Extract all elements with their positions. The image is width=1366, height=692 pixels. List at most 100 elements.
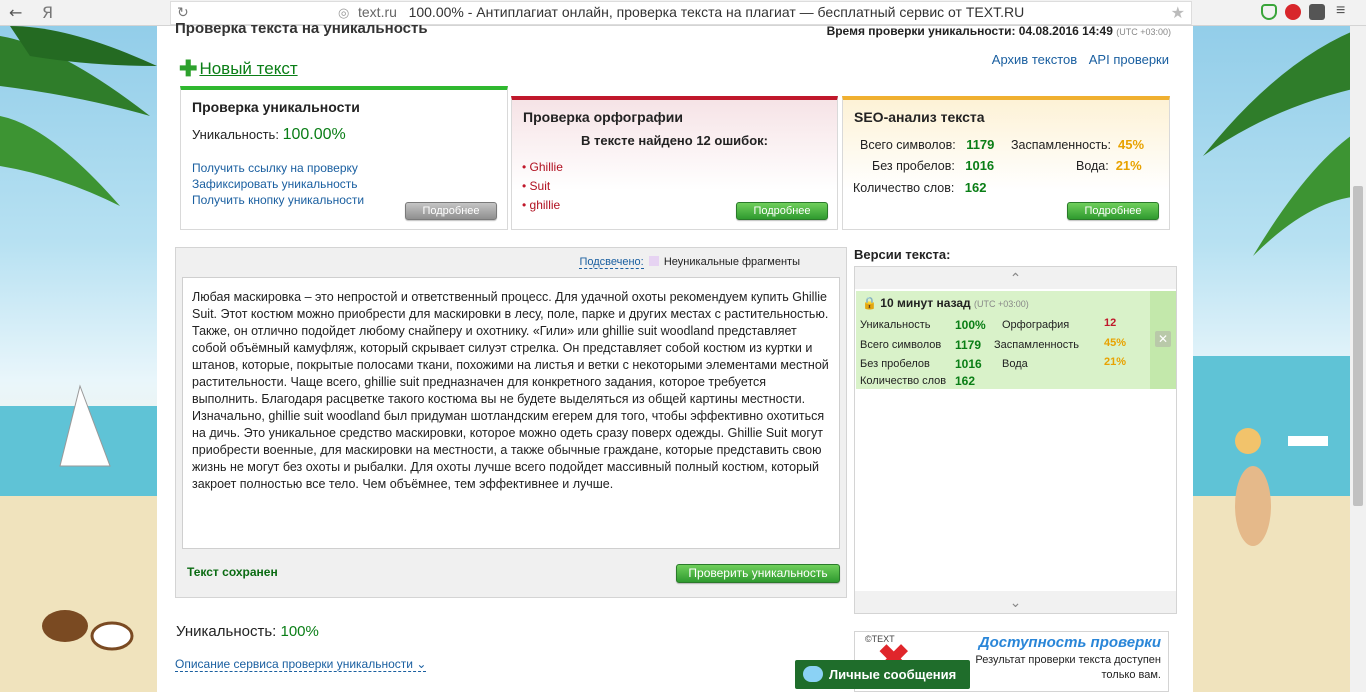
fix-uniqueness-link[interactable]: Зафиксировать уникальность	[192, 176, 364, 192]
version-spam-val: 45%	[1104, 337, 1126, 349]
close-icon[interactable]: ✕	[1155, 331, 1171, 347]
chat-bubble-icon	[803, 666, 823, 682]
seo-water-label: Вода:	[1076, 159, 1109, 173]
version-chars-value: 1179	[955, 338, 982, 352]
version-water-label: Вода	[1002, 358, 1028, 370]
non-unique-swatch	[648, 256, 659, 266]
archive-link[interactable]: Архив текстов	[992, 52, 1077, 67]
uniqueness-more-button[interactable]: Подробнее	[405, 202, 497, 220]
tab-title: 100.00% - Антиплагиат онлайн, проверка т…	[408, 4, 1025, 20]
version-spell-value: 12	[1104, 317, 1117, 329]
spelling-more-button[interactable]: Подробнее	[736, 202, 828, 220]
spelling-error-item[interactable]: ghillie	[522, 196, 563, 215]
spelling-errors-found: В тексте найдено 12 ошибок:	[581, 133, 768, 148]
version-time-label: 10 минут назад	[880, 296, 971, 310]
version-words: Количество слов	[860, 375, 946, 387]
get-check-link[interactable]: Получить ссылку на проверку	[192, 160, 364, 176]
version-uniq: Уникальность	[860, 319, 931, 331]
spelling-card[interactable]: Проверка орфографии В тексте найдено 12 …	[511, 96, 838, 230]
chevron-up-icon: ⌃	[1009, 270, 1022, 286]
seo-card[interactable]: SEO-анализ текста Всего символов: 1179 Б…	[842, 96, 1170, 230]
version-spam-label: Заспамленность	[994, 339, 1079, 351]
version-nospace-value: 1016	[955, 357, 982, 371]
back-arrow-icon[interactable]: ←	[9, 3, 22, 22]
promo-title: Доступность проверки	[978, 634, 1161, 651]
uniqueness-card-title: Проверка уникальности	[192, 99, 360, 115]
version-nospace-label: Без пробелов	[860, 358, 930, 370]
chevron-down-icon: ⌄	[1009, 594, 1022, 610]
highlight-legend: Подсвечено: Неуникальные фрагменты	[579, 256, 800, 269]
menu-icon[interactable]: ≡	[1336, 3, 1356, 20]
seo-water: Вода: 21%	[1076, 158, 1142, 173]
service-description-label: Описание сервиса проверки уникальности	[175, 657, 413, 671]
get-uniqueness-button-link[interactable]: Получить кнопку уникальности	[192, 192, 364, 208]
seo-nospace-value: 1016	[965, 158, 995, 173]
scrollbar-thumb[interactable]	[1353, 186, 1363, 506]
spelling-error-item[interactable]: Ghillie	[522, 158, 563, 177]
main-page: Проверка текста на уникальность Время пр…	[157, 20, 1193, 692]
uniqueness-links: Получить ссылку на проверку Зафиксироват…	[192, 160, 364, 208]
spelling-errors-list: Ghillie Suit ghillie	[522, 158, 563, 215]
chevron-down-icon: ⌄	[416, 657, 427, 671]
version-water-value: 21%	[1104, 356, 1127, 368]
version-spell: Орфография	[1002, 319, 1069, 331]
version-time: 🔒 10 минут назад (UTC +03:00)	[862, 296, 1029, 310]
seo-chars-value: 1179	[966, 137, 995, 152]
seo-spam-label: Заспамленность:	[1011, 138, 1112, 152]
text-input-area[interactable]: Любая маскировка – это непростой и ответ…	[182, 277, 840, 549]
adblock-extension-icon[interactable]	[1285, 4, 1301, 20]
new-text-label: Новый текст	[199, 59, 298, 78]
background-right-scenery	[1193, 26, 1366, 692]
seo-more-button[interactable]: Подробнее	[1067, 202, 1159, 220]
version-entry[interactable]: ✕ 🔒 10 минут назад (UTC +03:00) Уникальн…	[856, 291, 1176, 389]
page-scrollbar[interactable]	[1350, 26, 1366, 692]
page-title: Проверка текста на уникальность	[175, 20, 428, 37]
uniqueness-label: Уникальность:	[192, 127, 279, 142]
personal-messages-button[interactable]: Личные сообщения	[795, 660, 970, 689]
yandex-icon[interactable]: Я	[42, 3, 53, 22]
uniqueness-card[interactable]: Проверка уникальности Уникальность: 100.…	[180, 86, 508, 230]
plus-icon: ✚	[179, 56, 198, 81]
version-nospace-val: 1016	[955, 357, 982, 371]
version-time-tz: (UTC +03:00)	[974, 299, 1029, 309]
m-extension-icon[interactable]	[1309, 4, 1325, 20]
version-spell-label: Орфография	[1002, 319, 1070, 331]
check-time-label: Время проверки уникальности: 04.08.2016 …	[826, 24, 1113, 38]
versions-scroll-up[interactable]: ⌃	[855, 267, 1176, 289]
palm-leaves-right	[1193, 26, 1366, 692]
background-left-scenery	[0, 26, 157, 692]
version-chars-val: 1179	[955, 338, 981, 352]
version-spam: Заспамленность	[994, 339, 1079, 351]
api-link[interactable]: API проверки	[1089, 52, 1169, 67]
spelling-card-title: Проверка орфографии	[523, 109, 683, 125]
bookmark-star-icon[interactable]: ★	[1171, 3, 1185, 23]
service-description-link[interactable]: Описание сервиса проверки уникальности ⌄	[175, 657, 427, 672]
versions-panel: ⌃ ✕ 🔒 10 минут назад (UTC +03:00) Уникал…	[854, 266, 1177, 614]
version-spell-val: 12	[1104, 317, 1116, 329]
uniqueness-result-label: Уникальность:	[176, 623, 277, 640]
version-water: Вода	[1002, 358, 1028, 370]
version-nospace: Без пробелов	[860, 358, 930, 370]
version-uniq-value: 100%	[955, 318, 986, 332]
promo-text: Результат проверки текста доступен тольк…	[975, 654, 1161, 681]
seo-words-value: 162	[964, 180, 987, 195]
version-water-val: 21%	[1104, 356, 1126, 368]
palm-leaves-left	[0, 26, 157, 692]
new-text-link[interactable]: ✚ Новый текст	[179, 56, 298, 82]
page-title-line: text.ru 100.00% - Антиплагиат онлайн, пр…	[358, 4, 1024, 20]
version-chars-label: Всего символов	[860, 339, 942, 351]
uniqueness-value: 100.00%	[282, 126, 346, 143]
shield-extension-icon[interactable]	[1261, 4, 1277, 20]
versions-scroll-down[interactable]: ⌄	[855, 591, 1176, 613]
highlight-toggle-link[interactable]: Подсвечено:	[579, 256, 644, 269]
highlight-legend-label: Неуникальные фрагменты	[663, 256, 800, 268]
spelling-error-item[interactable]: Suit	[522, 177, 563, 196]
uniqueness-result: Уникальность: 100%	[176, 623, 319, 640]
version-words-value: 162	[955, 374, 976, 388]
check-uniqueness-button[interactable]: Проверить уникальность	[676, 564, 840, 583]
reload-icon[interactable]: ↻	[177, 4, 189, 21]
version-uniq-val: 100%	[955, 318, 986, 332]
version-spam-value: 45%	[1104, 337, 1127, 349]
check-time-tz: (UTC +03:00)	[1116, 27, 1171, 37]
version-chars: Всего символов	[860, 339, 941, 351]
